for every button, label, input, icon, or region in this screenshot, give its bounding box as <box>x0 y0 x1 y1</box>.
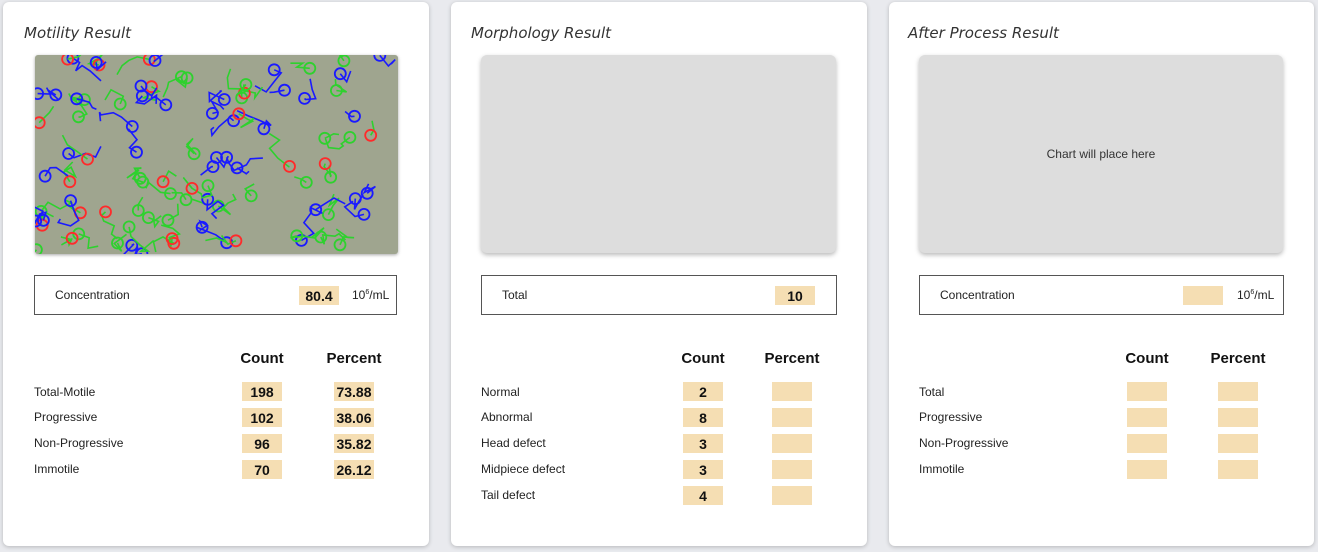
motility-title: Motility Result <box>24 24 132 42</box>
concentration-label: Concentration <box>55 288 130 302</box>
row-label: Non-Progressive <box>34 436 124 450</box>
chart-placeholder-text: Chart will place here <box>1046 147 1156 161</box>
sperm-track <box>210 116 235 138</box>
sperm-marker <box>38 169 52 183</box>
count-cell <box>1127 382 1167 401</box>
after-process-title: After Process Result <box>908 24 1059 42</box>
percent-cell: 26.12 <box>334 460 374 479</box>
sperm-track <box>104 88 125 105</box>
sperm-marker <box>142 211 155 225</box>
percent-cell <box>772 434 812 453</box>
count-cell: 3 <box>683 434 723 453</box>
sperm-marker <box>35 243 43 254</box>
concentration-unit: 106/mL <box>352 288 390 302</box>
sperm-track <box>78 233 99 250</box>
chart-placeholder: Chart will place here <box>919 55 1283 253</box>
sperm-track <box>137 196 144 211</box>
percent-cell <box>1218 434 1258 453</box>
percent-cell: 38.06 <box>334 408 374 427</box>
sperm-track <box>126 168 144 183</box>
sperm-marker <box>63 175 77 189</box>
row-label: Total-Motile <box>34 385 96 399</box>
morphology-panel: Morphology Result Total 10 Count Percent… <box>451 2 867 546</box>
morphology-total-box: Total 10 <box>481 275 837 315</box>
sperm-marker <box>81 152 94 166</box>
count-header: Count <box>240 350 284 367</box>
row-label: Progressive <box>919 410 983 424</box>
percent-cell <box>772 460 812 479</box>
sperm-track <box>370 120 375 136</box>
concentration-unit: 106/mL <box>1237 288 1275 302</box>
total-label: Total <box>502 288 528 302</box>
count-cell: 4 <box>683 486 723 505</box>
row-label: Total <box>919 385 945 399</box>
row-label: Progressive <box>34 410 98 424</box>
row-label: Immotile <box>919 462 965 476</box>
count-cell <box>1127 408 1167 427</box>
row-label: Head defect <box>481 436 546 450</box>
sperm-track <box>38 105 55 124</box>
sperm-track <box>324 136 351 150</box>
percent-cell: 73.88 <box>334 382 374 401</box>
sperm-track <box>324 132 340 140</box>
sperm-marker <box>337 55 351 68</box>
percent-cell <box>1218 382 1258 401</box>
sperm-marker <box>244 189 258 203</box>
after-concentration-box: Concentration 106/mL <box>919 275 1284 315</box>
count-cell <box>1127 434 1167 453</box>
count-cell: 102 <box>242 408 282 427</box>
sperm-track <box>148 215 162 229</box>
row-label: Midpiece defect <box>481 462 566 476</box>
percent-header: Percent <box>764 350 820 367</box>
count-header: Count <box>681 350 725 367</box>
percent-cell: 35.82 <box>334 434 374 453</box>
percent-header: Percent <box>326 350 382 367</box>
motility-panel: Motility Result Concentration 80.4 106/m… <box>3 2 429 546</box>
concentration-label: Concentration <box>940 288 1015 302</box>
count-cell: 70 <box>242 460 282 479</box>
sperm-track <box>290 227 325 239</box>
sperm-track <box>269 89 285 94</box>
total-value: 10 <box>775 286 815 305</box>
sperm-track <box>208 89 225 104</box>
sperm-marker <box>283 160 296 173</box>
motility-tracking-image <box>35 55 398 254</box>
count-header: Count <box>1125 350 1169 367</box>
percent-cell <box>772 382 812 401</box>
percent-cell <box>772 408 812 427</box>
count-cell <box>1127 460 1167 479</box>
row-label: Immotile <box>34 462 80 476</box>
morphology-title: Morphology Result <box>471 24 612 42</box>
sperm-marker <box>333 67 347 81</box>
count-cell: 3 <box>683 460 723 479</box>
percent-cell <box>1218 460 1258 479</box>
sperm-track <box>35 249 38 254</box>
count-cell: 96 <box>242 434 282 453</box>
percent-cell <box>1218 408 1258 427</box>
count-cell: 8 <box>683 408 723 427</box>
sperm-marker <box>343 131 357 144</box>
motility-concentration-box: Concentration 80.4 106/mL <box>34 275 397 315</box>
sperm-track <box>238 113 255 129</box>
row-label: Normal <box>481 385 520 399</box>
concentration-value <box>1183 286 1223 305</box>
row-label: Tail defect <box>481 488 536 502</box>
sperm-track <box>254 69 283 93</box>
count-cell: 198 <box>242 382 282 401</box>
percent-cell <box>772 486 812 505</box>
row-label: Abnormal <box>481 410 533 424</box>
after-process-panel: After Process Result Chart will place he… <box>889 2 1314 546</box>
count-cell: 2 <box>683 382 723 401</box>
morphology-image-placeholder <box>481 55 836 253</box>
sperm-track-visualization <box>35 55 396 254</box>
percent-header: Percent <box>1210 350 1266 367</box>
concentration-value: 80.4 <box>299 286 339 305</box>
row-label: Non-Progressive <box>919 436 1009 450</box>
